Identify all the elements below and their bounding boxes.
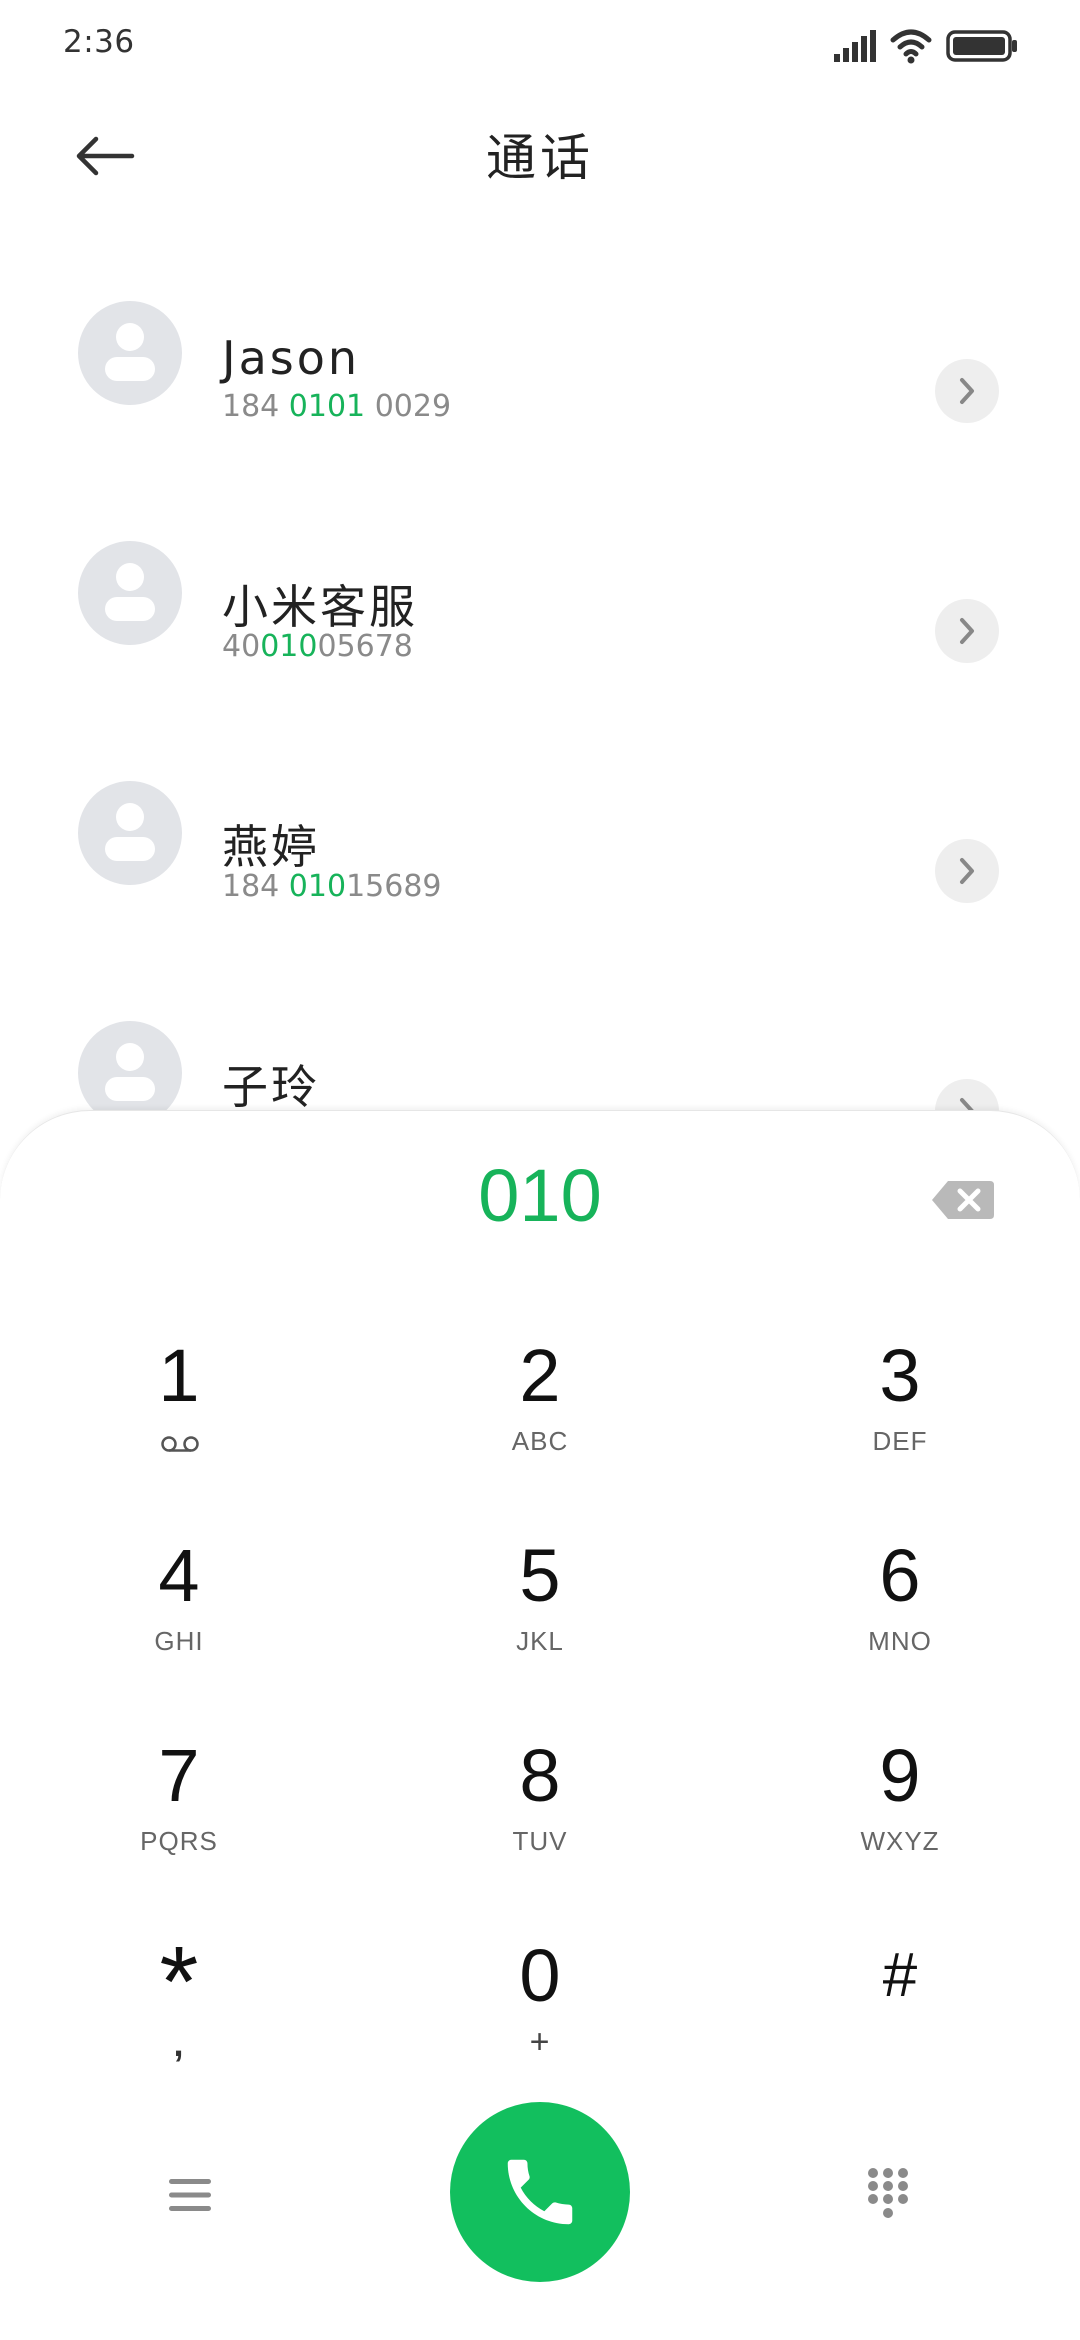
contact-number: 4001005678 xyxy=(222,629,413,664)
key-letters: PQRS xyxy=(140,1826,218,1856)
contact-name: 燕婷 xyxy=(222,820,320,874)
status-time: 2:36 xyxy=(63,24,135,60)
contact-row[interactable]: 子玲 184 0101 5678 xyxy=(0,983,1080,1115)
contact-number: 184 01015689 xyxy=(222,869,442,904)
avatar xyxy=(78,541,182,645)
chevron-right-icon xyxy=(960,858,974,884)
contact-row[interactable]: 小米客服 4001005678 xyxy=(0,503,1080,664)
key-9[interactable]: 9 WXYZ xyxy=(770,1731,1030,1911)
key-4[interactable]: 4 GHI xyxy=(49,1531,309,1711)
key-letters: DEF xyxy=(872,1426,928,1456)
key-star[interactable]: * , xyxy=(49,1931,309,2111)
status-bar: 2:36 xyxy=(0,0,1080,90)
key-3[interactable]: 3 DEF xyxy=(770,1331,1030,1511)
number-prefix: 184 xyxy=(222,389,289,424)
contact-name: Jason xyxy=(222,331,361,385)
key-letters: MNO xyxy=(868,1626,932,1656)
contacts-list: Jason 184 0101 0029 小米客服 4001005678 燕婷 1… xyxy=(0,235,1080,1115)
key-digit: 4 xyxy=(158,1534,200,1617)
battery-icon xyxy=(946,30,1017,62)
key-2[interactable]: 2 ABC xyxy=(410,1331,670,1511)
avatar xyxy=(78,301,182,405)
key-digit: 7 xyxy=(158,1734,200,1817)
key-letters: WXYZ xyxy=(860,1826,940,1856)
keypad: 1 2 ABC 3 DEF 4 GHI 5 JKL 6 MNO 7 PQRS 8… xyxy=(0,1331,1080,2131)
number-match: 010 xyxy=(288,869,347,904)
number-match: 0101 xyxy=(288,389,366,424)
number-match: 010 xyxy=(260,629,318,664)
contact-name: 子玲 xyxy=(222,1060,320,1114)
contact-row[interactable]: 燕婷 184 01015689 xyxy=(0,743,1080,904)
contact-row[interactable]: Jason 184 0101 0029 xyxy=(0,263,1080,424)
menu-button[interactable] xyxy=(150,2160,230,2230)
key-letters: GHI xyxy=(154,1626,204,1656)
voicemail-icon xyxy=(161,1436,199,1452)
key-digit: 8 xyxy=(519,1734,561,1817)
key-digit: 5 xyxy=(519,1534,561,1617)
key-5[interactable]: 5 JKL xyxy=(410,1531,670,1711)
number-suffix: 05678 xyxy=(317,629,413,664)
number-suffix: 15689 xyxy=(346,869,442,904)
key-letters: ABC xyxy=(511,1426,569,1456)
avatar xyxy=(78,781,182,885)
dialed-number-display[interactable]: 010 xyxy=(0,1153,1080,1238)
keypad-toggle-button[interactable] xyxy=(848,2160,928,2230)
signal-icon xyxy=(834,30,876,62)
contact-detail-button[interactable] xyxy=(935,359,999,423)
keypad-grid-icon xyxy=(868,2168,908,2218)
chevron-right-icon xyxy=(960,618,974,644)
dialer-screen: 2:36 通话 Jason 184 0101 0029 小米客服 4001005… xyxy=(0,0,1080,2340)
contact-detail-button[interactable] xyxy=(935,599,999,663)
key-0[interactable]: 0 + xyxy=(410,1931,670,2111)
phone-icon xyxy=(507,2159,573,2225)
key-7[interactable]: 7 PQRS xyxy=(49,1731,309,1911)
chevron-right-icon xyxy=(960,378,974,404)
key-digit: 3 xyxy=(879,1334,921,1417)
call-button[interactable] xyxy=(450,2102,630,2282)
key-digit: 9 xyxy=(879,1734,921,1817)
key-8[interactable]: 8 TUV xyxy=(410,1731,670,1911)
backspace-icon xyxy=(932,1181,994,1219)
number-prefix: 40 xyxy=(222,629,261,664)
avatar xyxy=(78,1021,182,1115)
key-digit: 0 xyxy=(519,1934,561,2017)
key-digit: 2 xyxy=(519,1334,561,1417)
contact-detail-button[interactable] xyxy=(935,839,999,903)
key-letters: + xyxy=(529,2023,551,2061)
key-digit: 6 xyxy=(879,1534,921,1617)
contact-number: 184 0101 0029 xyxy=(222,389,451,424)
contact-name: 小米客服 xyxy=(222,580,418,634)
number-prefix: 184 xyxy=(222,869,289,904)
key-digit: # xyxy=(882,1941,918,2010)
wifi-icon xyxy=(890,29,932,64)
key-1[interactable]: 1 xyxy=(49,1331,309,1511)
status-icons xyxy=(834,28,1024,68)
key-hash[interactable]: # xyxy=(770,1931,1030,2111)
number-suffix: 0029 xyxy=(365,389,452,424)
key-letters: , xyxy=(173,2023,185,2064)
key-letters: TUV xyxy=(512,1826,568,1856)
page-title: 通话 xyxy=(486,129,594,187)
backspace-button[interactable] xyxy=(930,1177,996,1223)
header: 通话 xyxy=(0,100,1080,210)
key-digit: * xyxy=(159,1926,199,2038)
menu-icon xyxy=(169,2179,211,2211)
key-digit: 1 xyxy=(158,1334,200,1417)
key-6[interactable]: 6 MNO xyxy=(770,1531,1030,1711)
key-letters: JKL xyxy=(516,1626,564,1656)
